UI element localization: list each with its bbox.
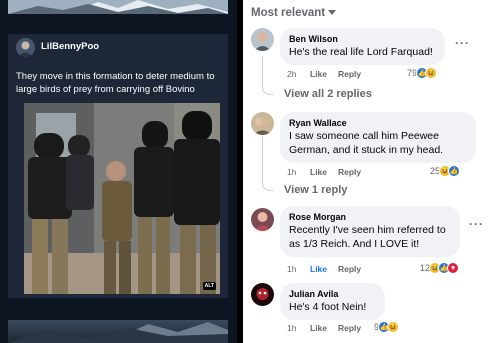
next-post-image [8, 320, 228, 343]
reaction-summary[interactable]: 25 😆 👍 [430, 165, 461, 177]
mountain-graphic [8, 0, 228, 14]
like-button[interactable]: Like [310, 167, 338, 177]
avatar-rose-morgan[interactable] [251, 208, 274, 231]
reply-thread-line [262, 136, 273, 191]
comment-bubble: Rose Morgan Recently I've seen him refer… [280, 206, 460, 257]
comments-panel: Most relevant Ben Wilson He's the real l… [243, 0, 500, 343]
previous-post-image [8, 0, 228, 14]
mountain-graphic-bottom [8, 322, 228, 343]
like-button[interactable]: Like [310, 69, 338, 79]
comment-bubble: Julian Avila He's 4 foot Nein! [280, 283, 385, 320]
comment-author[interactable]: Julian Avila [289, 288, 375, 300]
sort-label: Most relevant [251, 7, 326, 19]
post-text: They move in this formation to deter med… [16, 71, 215, 95]
comment-text: He's the real life Lord Farquad! [289, 46, 433, 58]
comment-actions: 1h Like Reply [287, 167, 361, 177]
thumbs-up-icon: 👍 [448, 165, 461, 177]
reply-button[interactable]: Reply [338, 323, 361, 333]
embedded-post-panel: LilBennyPoo They move in this formation … [0, 0, 237, 343]
post-card[interactable]: LilBennyPoo They move in this formation … [8, 34, 228, 298]
comment-actions: 2h Like Reply [287, 69, 361, 79]
view-replies-link[interactable]: View all 2 replies [284, 88, 372, 100]
comment-text: Recently I've seen him referred to as 1/… [289, 224, 446, 250]
laughing-emoji-icon: 😆 [425, 67, 438, 79]
post-photo[interactable]: ALT [24, 103, 220, 294]
comment-bubble: Ryan Wallace I saw someone call him Peew… [280, 112, 476, 163]
reaction-summary[interactable]: 12 😆 👍 ♥ [420, 262, 460, 274]
laughing-emoji-icon: 😆 [387, 321, 400, 333]
like-button[interactable]: Like [310, 264, 338, 274]
comment-time[interactable]: 2h [287, 69, 310, 79]
view-replies-link[interactable]: View 1 reply [284, 184, 347, 196]
heart-icon: ♥ [447, 262, 460, 274]
avatar-julian-avila[interactable] [251, 283, 274, 306]
comment-time[interactable]: 1h [287, 264, 310, 274]
comment-author[interactable]: Ben Wilson [289, 33, 435, 45]
reaction-summary[interactable]: 9 👍 😆 [374, 321, 400, 333]
reply-button[interactable]: Reply [338, 264, 361, 274]
photo-group-of-officers [24, 103, 220, 294]
comment-actions: 1h Like Reply [287, 323, 361, 333]
comment-bubble: Ben Wilson He's the real life Lord Farqu… [280, 28, 445, 65]
caret-down-icon [328, 10, 337, 16]
more-options-icon[interactable]: ··· [469, 217, 484, 231]
like-button[interactable]: Like [310, 323, 338, 333]
comment-time[interactable]: 1h [287, 167, 310, 177]
comment-time[interactable]: 1h [287, 323, 310, 333]
reply-button[interactable]: Reply [338, 69, 361, 79]
user-avatar[interactable] [16, 38, 35, 57]
reply-button[interactable]: Reply [338, 167, 361, 177]
avatar-ben-wilson[interactable] [251, 28, 274, 51]
avatar-ryan-wallace[interactable] [251, 112, 274, 135]
comment-text: He's 4 foot Nein! [289, 301, 367, 313]
reaction-summary[interactable]: 79 👍 😆 [407, 67, 438, 79]
comment-actions: 1h Like Reply [287, 264, 361, 274]
alt-text-badge[interactable]: ALT [202, 282, 216, 290]
comment-text: I saw someone call him Peewee German, an… [289, 130, 444, 156]
reply-thread-line [262, 56, 273, 95]
more-options-icon[interactable]: ··· [455, 36, 470, 50]
comment-author[interactable]: Ryan Wallace [289, 117, 466, 129]
sort-dropdown[interactable]: Most relevant [251, 7, 337, 19]
post-username[interactable]: LilBennyPoo [41, 41, 99, 52]
comment-author[interactable]: Rose Morgan [289, 211, 450, 223]
